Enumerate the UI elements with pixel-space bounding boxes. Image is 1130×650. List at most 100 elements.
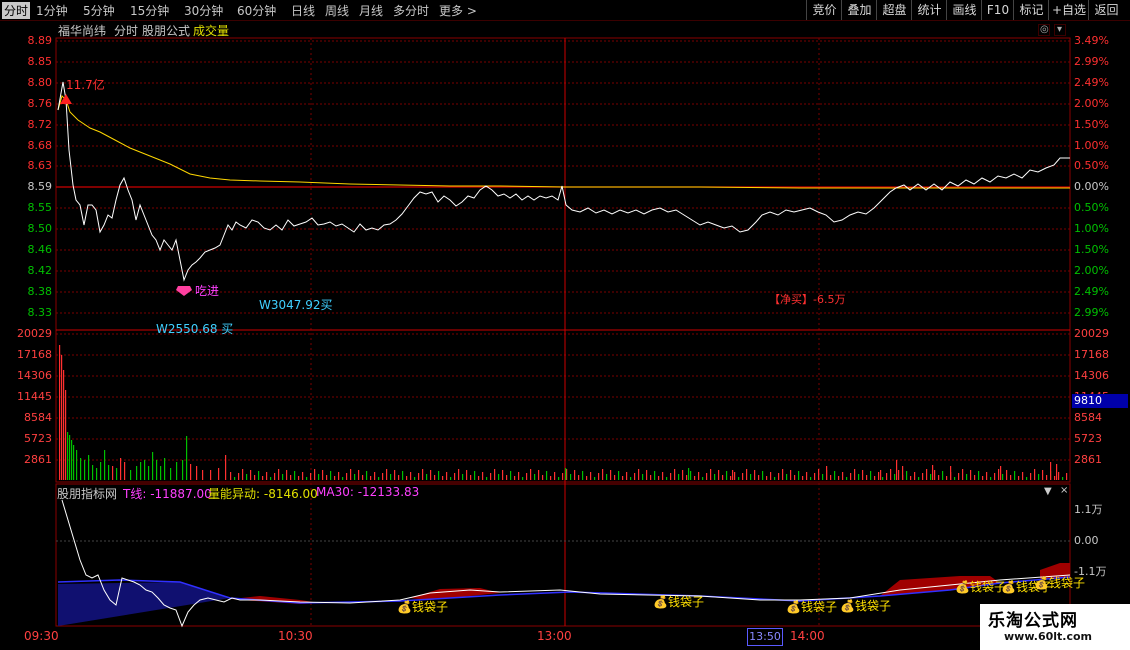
money-bag-3: 💰钱袋子	[786, 600, 837, 614]
volume-bar	[67, 432, 69, 480]
volume-bar	[978, 471, 980, 480]
volume-bar	[866, 475, 868, 480]
volume-bar	[1022, 472, 1024, 480]
axis-label: 2.99%	[1074, 55, 1109, 68]
volume-bar	[510, 471, 512, 480]
axis-label: 14306	[17, 369, 52, 382]
volume-bar	[678, 474, 680, 480]
volume-bar	[942, 471, 944, 480]
volume-bar	[758, 475, 760, 480]
volume-bar	[958, 473, 960, 480]
volume-bar	[466, 470, 468, 480]
volume-bar	[1062, 477, 1064, 480]
volume-bar	[806, 472, 808, 480]
volume-bar	[390, 474, 392, 480]
axis-label: 0.00%	[1074, 180, 1109, 193]
volume-bar	[914, 472, 916, 480]
volume-bar	[910, 476, 912, 480]
axis-label: 8.76	[27, 97, 53, 110]
volume-bar	[594, 477, 596, 480]
volume-bar	[258, 471, 260, 480]
volume-bar	[738, 477, 740, 480]
volume-bar	[164, 458, 166, 480]
axis-label: 2.49%	[1074, 76, 1109, 89]
money-bag-4: 💰钱袋子	[840, 599, 891, 613]
volume-bar	[442, 476, 444, 480]
volume-bar	[71, 440, 73, 480]
eat-label: 吃进	[195, 284, 220, 298]
volume-bar	[474, 471, 476, 480]
axis-label: 1.00%	[1074, 139, 1109, 152]
volume-bar	[286, 470, 288, 480]
volume-bar	[76, 450, 78, 480]
volume-bar	[770, 472, 772, 480]
volume-bar	[854, 469, 856, 480]
volume-bar	[374, 472, 376, 480]
volume-bar	[234, 477, 236, 480]
volume-bar	[934, 470, 936, 480]
volume-bar	[506, 475, 508, 480]
volume-bar	[156, 460, 158, 480]
volume-bar	[418, 473, 420, 480]
axis-label: 8584	[1074, 411, 1102, 424]
volume-bar	[120, 458, 122, 480]
volume-bar	[1010, 475, 1012, 480]
volume-bar	[330, 471, 332, 480]
volume-bar	[242, 469, 244, 480]
volume-bar	[626, 472, 628, 480]
volume-bar	[370, 476, 372, 480]
volume-bar	[426, 474, 428, 480]
time-label-0930: 09:30	[24, 629, 59, 643]
indicator-dropdown-icon[interactable]: ▼	[1044, 486, 1052, 497]
volume-bar	[225, 455, 227, 480]
volume-bar	[1038, 474, 1040, 480]
volume-bar	[742, 473, 744, 480]
axis-label: 1.1万	[1074, 503, 1103, 516]
axis-label: 8.80	[27, 76, 53, 89]
volume-bar	[326, 475, 328, 480]
volume-bar	[766, 476, 768, 480]
volume-bar	[190, 464, 192, 480]
volume-bar	[350, 469, 352, 480]
volume-bar	[112, 466, 114, 480]
volume-bar	[358, 470, 360, 480]
volume-bar	[658, 476, 660, 480]
volume-bar	[998, 469, 1000, 480]
volume-bar	[838, 476, 840, 480]
volume-bar	[786, 474, 788, 480]
volume-bar	[238, 473, 240, 480]
volume-bar	[834, 471, 836, 480]
volume-anomaly-value: 量能异动: -8146.00	[208, 487, 318, 501]
volume-bar	[1002, 474, 1004, 480]
volume-bar	[754, 470, 756, 480]
volume-bar	[1026, 477, 1028, 480]
volume-bar	[880, 470, 882, 480]
volume-bar	[298, 476, 300, 480]
volume-bar	[554, 472, 556, 480]
volume-bar	[1066, 473, 1068, 480]
volume-bar	[124, 462, 126, 480]
axis-label: 2.99%	[1074, 306, 1109, 319]
volume-bar	[334, 476, 336, 480]
volume-bar	[378, 477, 380, 480]
volume-bar	[902, 466, 904, 480]
axis-label: 5723	[1074, 432, 1102, 445]
volume-bar	[894, 474, 896, 480]
volume-bar	[502, 470, 504, 480]
volume-bar	[986, 472, 988, 480]
volume-bar	[666, 477, 668, 480]
volume-bar	[306, 477, 308, 480]
volume-bar	[322, 470, 324, 480]
volume-bar	[550, 476, 552, 480]
volume-bar	[250, 470, 252, 480]
volume-bar	[570, 474, 572, 480]
axis-label: 5723	[24, 432, 52, 445]
volume-bar	[274, 473, 276, 480]
volume-bar	[354, 474, 356, 480]
indicator-close-icon[interactable]: ×	[1060, 485, 1068, 496]
volume-bar	[870, 471, 872, 480]
volume-bar	[88, 455, 90, 480]
volume-bar	[702, 477, 704, 480]
volume-bar	[1050, 462, 1052, 480]
volume-bar	[634, 473, 636, 480]
